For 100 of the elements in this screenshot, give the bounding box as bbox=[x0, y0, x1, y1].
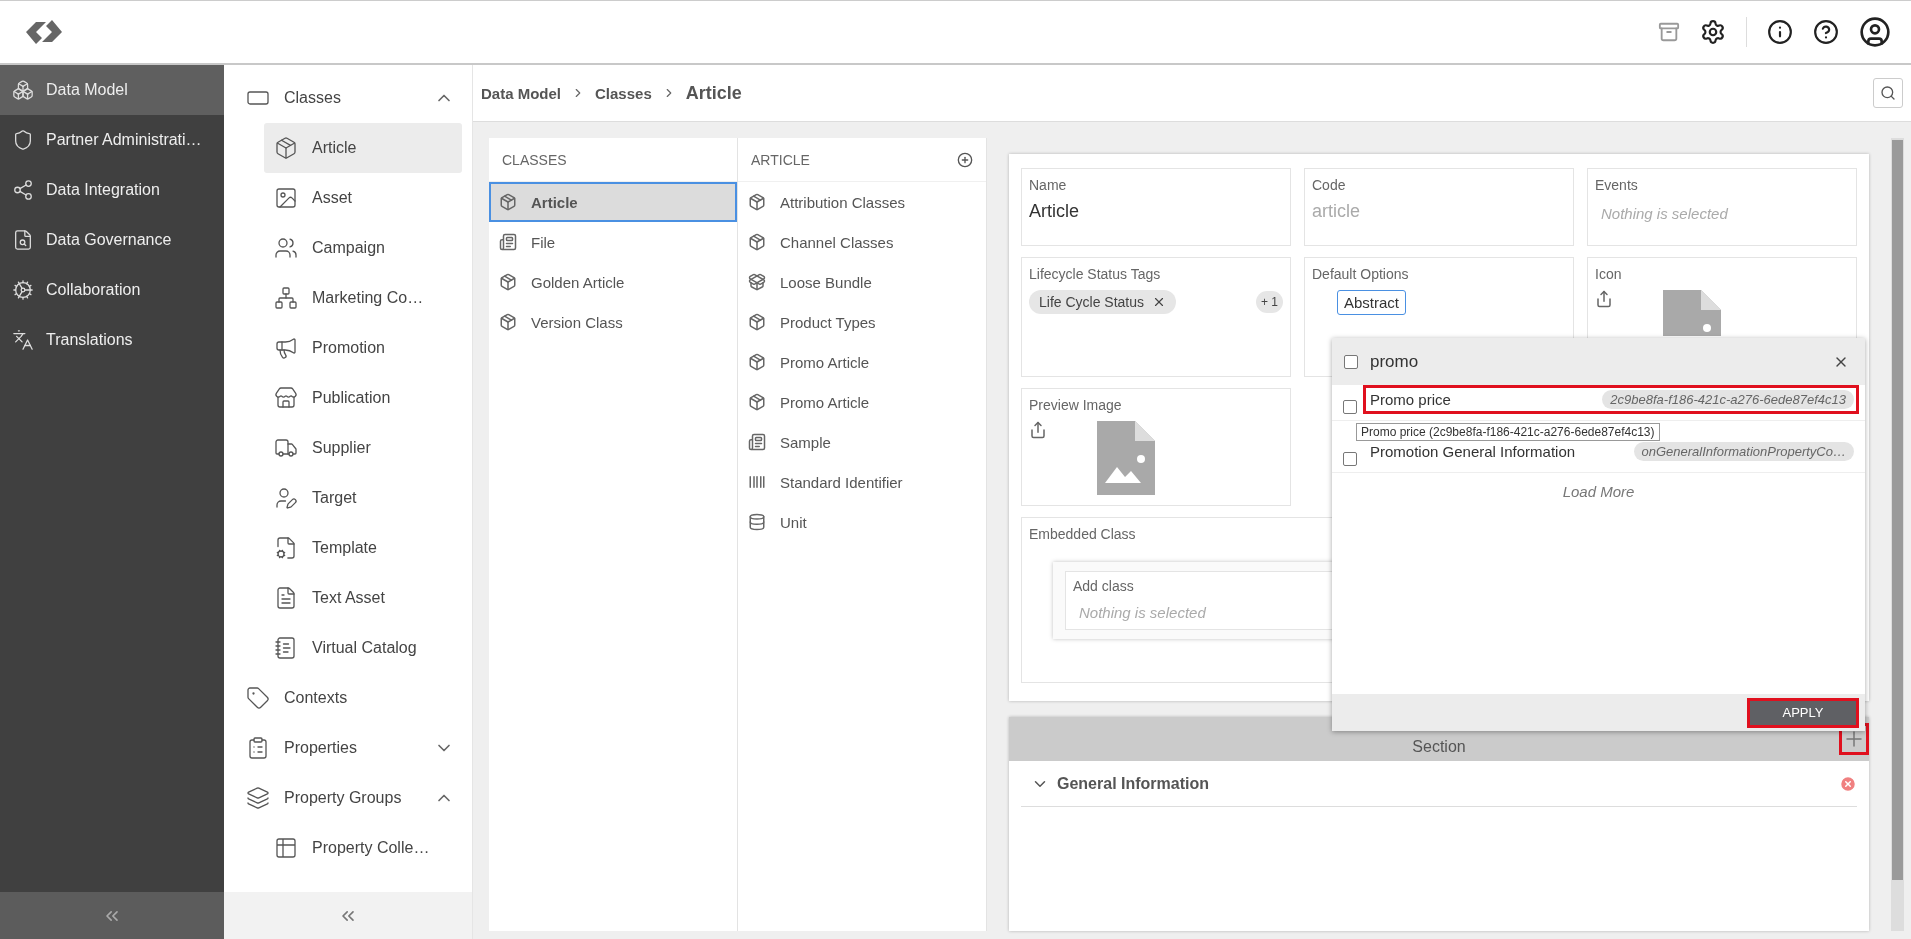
field-value[interactable]: Article bbox=[1029, 201, 1283, 222]
nav-icon bbox=[274, 836, 298, 860]
nav-item[interactable]: Text Asset bbox=[264, 573, 462, 623]
field-label: Events bbox=[1595, 177, 1639, 193]
class-icon bbox=[748, 313, 766, 331]
option-toggle[interactable]: Abstract bbox=[1337, 290, 1407, 315]
field-label: Preview Image bbox=[1029, 397, 1123, 413]
search-button[interactable] bbox=[1873, 78, 1903, 108]
nav-label: Translations bbox=[46, 331, 133, 349]
checkbox[interactable] bbox=[1343, 452, 1357, 466]
nav-item[interactable]: Article bbox=[264, 123, 462, 173]
main-nav-item[interactable]: Translations bbox=[0, 315, 224, 365]
class-label: File bbox=[531, 233, 556, 251]
class-item[interactable]: Article bbox=[489, 182, 737, 222]
subclass-item[interactable]: Promo Article bbox=[738, 342, 986, 382]
nav-item[interactable]: Virtual Catalog bbox=[264, 623, 462, 673]
nav-label: Article bbox=[312, 139, 357, 157]
breadcrumb-item[interactable]: Classes bbox=[595, 84, 652, 102]
nav-label: Campaign bbox=[312, 239, 385, 257]
nav-label: Asset bbox=[312, 189, 352, 207]
field-label: Lifecycle Status Tags bbox=[1029, 266, 1162, 282]
nav-label: Marketing Co… bbox=[312, 289, 424, 307]
class-icon bbox=[499, 313, 517, 331]
nav-label: Publication bbox=[312, 389, 391, 407]
user-avatar-icon[interactable] bbox=[1859, 16, 1891, 48]
field-label: Code bbox=[1312, 177, 1347, 193]
checkbox[interactable] bbox=[1344, 354, 1358, 369]
nav-label: Classes bbox=[284, 89, 341, 107]
field-label: Default Options bbox=[1312, 266, 1410, 282]
load-more-link[interactable]: Load More bbox=[1562, 483, 1635, 500]
settings-icon[interactable] bbox=[1700, 19, 1726, 45]
scrollbar[interactable] bbox=[1892, 140, 1903, 880]
class-label: Channel Classes bbox=[780, 233, 894, 251]
subclass-item[interactable]: Loose Bundle bbox=[738, 262, 986, 302]
nav-icon bbox=[274, 236, 298, 260]
class-icon bbox=[748, 433, 766, 451]
subclass-item[interactable]: Promo Article bbox=[738, 382, 986, 422]
class-label: Sample bbox=[780, 433, 831, 451]
id-tag: 2c9be8fa-f186-421c-a276-6ede87ef4c13 bbox=[1602, 390, 1854, 409]
main-nav-item[interactable]: Data Governance bbox=[0, 215, 224, 265]
main-nav-item[interactable]: Partner Administrati… bbox=[0, 115, 224, 165]
nav-label: Contexts bbox=[284, 689, 348, 707]
add-icon[interactable] bbox=[957, 151, 973, 168]
nav-icon bbox=[274, 486, 298, 510]
subclass-item[interactable]: Sample bbox=[738, 422, 986, 462]
subclass-item[interactable]: Attribution Classes bbox=[738, 182, 986, 222]
class-icon bbox=[748, 473, 766, 491]
main-nav-item[interactable]: Collaboration bbox=[0, 265, 224, 315]
nav-label: Text Asset bbox=[312, 589, 385, 607]
main-nav-item[interactable]: Data Integration bbox=[0, 165, 224, 215]
checkbox[interactable] bbox=[1343, 400, 1357, 414]
subclass-item[interactable]: Channel Classes bbox=[738, 222, 986, 262]
class-icon bbox=[499, 193, 517, 211]
nav-item[interactable]: Classes bbox=[246, 73, 462, 123]
search-icon bbox=[1880, 85, 1896, 101]
class-icon bbox=[748, 233, 766, 251]
nav-item[interactable]: Asset bbox=[264, 173, 462, 223]
nav-icon bbox=[12, 279, 34, 301]
nav-item[interactable]: Promotion bbox=[264, 323, 462, 373]
class-label: Article bbox=[531, 193, 578, 211]
nav-label: Supplier bbox=[312, 439, 371, 457]
main-nav-item[interactable]: Data Model bbox=[0, 65, 224, 115]
class-item[interactable]: Version Class bbox=[489, 302, 737, 342]
subclass-item[interactable]: Product Types bbox=[738, 302, 986, 342]
dropdown-option[interactable]: Promo price 2c9be8fa-f186-421c-a276-6ede87ef4c13 bbox=[1363, 385, 1859, 414]
subclass-item[interactable]: Unit bbox=[738, 502, 986, 542]
option-label: Promotion General Information bbox=[1370, 443, 1576, 460]
info-icon[interactable] bbox=[1767, 19, 1793, 45]
nav-icon bbox=[246, 786, 270, 810]
nav-item[interactable]: Property Colle… bbox=[264, 823, 462, 873]
class-item[interactable]: Golden Article bbox=[489, 262, 737, 302]
nav-icon bbox=[274, 536, 298, 560]
class-item[interactable]: File bbox=[489, 222, 737, 262]
group-title: General Information bbox=[1057, 774, 1210, 793]
nav-icon bbox=[274, 586, 298, 610]
nav-label: Template bbox=[312, 539, 377, 557]
nav-item[interactable]: Marketing Co… bbox=[264, 273, 462, 323]
nav-item[interactable]: Publication bbox=[264, 373, 462, 423]
nav-icon bbox=[12, 329, 34, 351]
help-icon[interactable] bbox=[1813, 19, 1839, 45]
nav-item[interactable]: Template bbox=[264, 523, 462, 573]
nav-item[interactable]: Target bbox=[264, 473, 462, 523]
nav-item[interactable]: Properties bbox=[246, 723, 462, 773]
apply-button[interactable]: APPLY bbox=[1747, 697, 1859, 728]
nav-label: Property Colle… bbox=[312, 839, 430, 857]
group-row[interactable]: General Information bbox=[1021, 761, 1857, 807]
box-icon[interactable] bbox=[1658, 21, 1680, 43]
option-label: Promo price bbox=[1370, 391, 1451, 408]
nav-item[interactable]: Campaign bbox=[264, 223, 462, 273]
breadcrumb-item[interactable]: Data Model bbox=[481, 84, 561, 102]
field-label: Add class bbox=[1073, 578, 1135, 594]
upload-icon[interactable] bbox=[1595, 290, 1613, 308]
subclass-item[interactable]: Standard Identifier bbox=[738, 462, 986, 502]
field-label: Name bbox=[1029, 177, 1068, 193]
nav-item[interactable]: Contexts bbox=[246, 673, 462, 723]
nav-item[interactable]: Property Groups bbox=[246, 773, 462, 823]
nav-icon bbox=[274, 336, 298, 360]
nav-item[interactable]: Supplier bbox=[264, 423, 462, 473]
image-placeholder-icon bbox=[1663, 290, 1721, 336]
upload-icon[interactable] bbox=[1029, 421, 1047, 439]
